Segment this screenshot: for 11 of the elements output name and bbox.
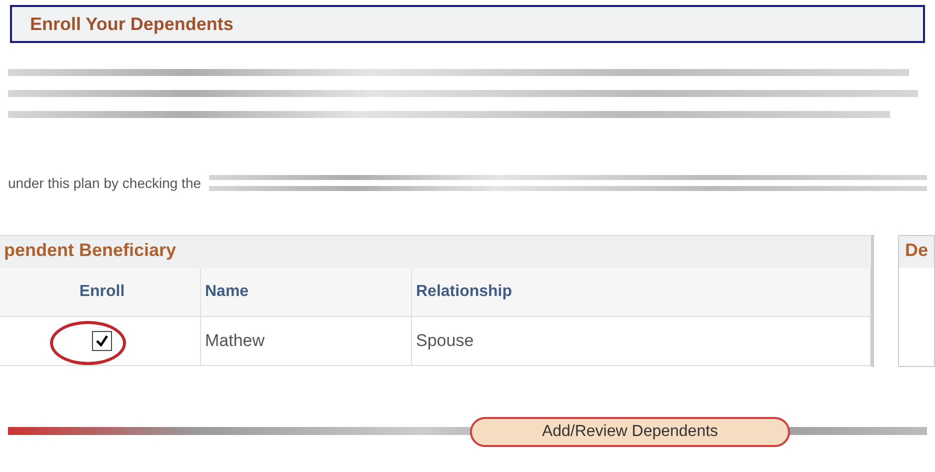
instruction-text: under this plan by checking the bbox=[8, 175, 202, 191]
page-title: Enroll Your Dependents bbox=[30, 14, 234, 34]
table-title: pendent Beneficiary bbox=[0, 235, 871, 268]
table-cell: Spouse bbox=[412, 317, 871, 365]
enroll-checkbox[interactable] bbox=[92, 331, 112, 351]
panel-title: De bbox=[898, 236, 934, 268]
column-header: Enroll bbox=[0, 268, 201, 316]
column-header: Name bbox=[201, 268, 412, 316]
column-header: Relationship bbox=[412, 268, 871, 316]
table-cell: Mathew bbox=[201, 317, 412, 365]
add-review-dependents-button[interactable]: Add/Review Dependents bbox=[470, 417, 790, 447]
